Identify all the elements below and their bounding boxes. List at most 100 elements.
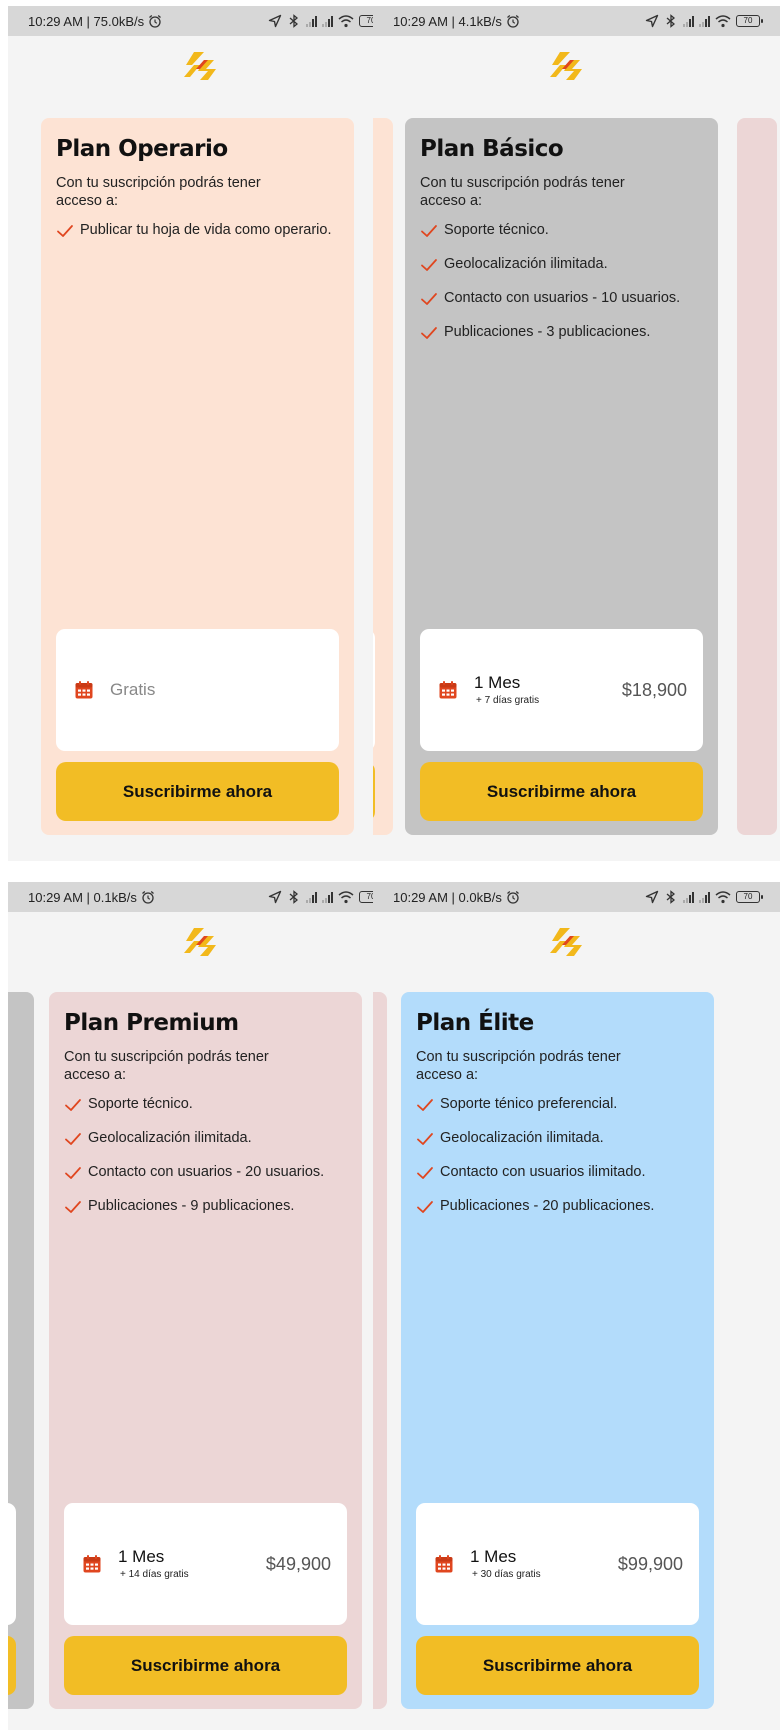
feature-item: Geolocalización ilimitada.: [416, 1130, 698, 1147]
plan-price: $18,900: [621, 679, 687, 700]
peek-subscribe-button: [373, 762, 375, 821]
peek-price-box: [8, 1503, 16, 1625]
feature-item: Geolocalización ilimitada.: [420, 256, 702, 273]
feature-item: Contacto con usuarios ilimitado.: [416, 1164, 698, 1181]
plan-card-operario: Plan Operario Con tu suscripción podrás …: [41, 118, 354, 835]
price-option[interactable]: Gratis: [56, 629, 339, 751]
period-label: 1 Mes: [470, 1547, 517, 1566]
peek-subscribe-button: [8, 1636, 16, 1695]
next-plan-card-peek[interactable]: [737, 118, 777, 835]
check-icon: [420, 257, 438, 273]
signal-icon: [699, 15, 710, 27]
feature-text: Geolocalización ilimitada.: [440, 1130, 604, 1146]
plan-period: 1 Mes + 14 días gratis: [118, 1547, 266, 1581]
feature-item: Soporte ténico preferencial.: [416, 1096, 698, 1113]
calendar-icon: [438, 680, 458, 700]
signal-icon: [683, 891, 694, 903]
plan-price: $49,900: [265, 1553, 331, 1574]
check-icon: [56, 223, 74, 239]
plan-title: Plan Básico: [420, 136, 564, 162]
feature-list: Soporte técnico. Geolocalización ilimita…: [64, 1096, 346, 1215]
signal-icon: [322, 891, 333, 903]
wifi-icon: [338, 14, 354, 28]
plan-card-elite: Plan Élite Con tu suscripción podrás ten…: [401, 992, 714, 1709]
bluetooth-icon: [664, 890, 678, 904]
feature-item: Publicar tu hoja de vida como operario.: [56, 222, 338, 239]
feature-text: Contacto con usuarios - 10 usuarios.: [444, 290, 681, 306]
check-icon: [64, 1097, 82, 1113]
bluetooth-icon: [287, 14, 301, 28]
feature-text: Soporte técnico.: [88, 1096, 193, 1112]
prev-plan-card-peek[interactable]: [8, 992, 34, 1709]
alarm-icon: [148, 14, 162, 28]
location-arrow-icon: [645, 14, 659, 28]
calendar-icon: [82, 1554, 102, 1574]
wifi-icon: [338, 890, 354, 904]
feature-text: Publicaciones - 20 publicaciones.: [440, 1198, 655, 1214]
price-option[interactable]: 1 Mes + 14 días gratis $49,900: [64, 1503, 347, 1625]
plan-title: Plan Operario: [56, 136, 228, 162]
check-icon: [416, 1165, 434, 1181]
check-icon: [416, 1097, 434, 1113]
prev-plan-card-peek[interactable]: [373, 118, 393, 835]
subscribe-button[interactable]: Suscribirme ahora: [420, 762, 703, 821]
screen-plan-operario: 10:29 AM | 75.0kB/s 70 Plan Operario Con…: [8, 6, 395, 861]
check-icon: [416, 1199, 434, 1215]
feature-text: Soporte ténico preferencial.: [440, 1096, 618, 1112]
feature-text: Contacto con usuarios ilimitado.: [440, 1164, 646, 1180]
screen-plan-basico: 10:29 AM | 4.1kB/s 70 Plan Básico Con tu…: [373, 6, 780, 861]
plan-title: Plan Premium: [64, 1010, 239, 1036]
app-logo-icon: [182, 926, 222, 958]
price-option[interactable]: 1 Mes + 30 días gratis $99,900: [416, 1503, 699, 1625]
alarm-icon: [506, 890, 520, 904]
calendar-icon: [74, 680, 94, 700]
feature-text: Publicaciones - 3 publicaciones.: [444, 324, 651, 340]
plan-description: Con tu suscripción podrás tener acceso a…: [64, 1049, 269, 1083]
battery-icon: 70: [736, 891, 763, 903]
feature-item: Publicaciones - 3 publicaciones.: [420, 324, 702, 341]
subscribe-button[interactable]: Suscribirme ahora: [64, 1636, 347, 1695]
battery-level: 70: [743, 16, 753, 25]
feature-text: Soporte técnico.: [444, 222, 549, 238]
check-icon: [420, 325, 438, 341]
feature-item: Contacto con usuarios - 20 usuarios.: [64, 1164, 346, 1181]
subscribe-button[interactable]: Suscribirme ahora: [56, 762, 339, 821]
feature-text: Contacto con usuarios - 20 usuarios.: [88, 1164, 325, 1180]
alarm-icon: [141, 890, 155, 904]
wifi-icon: [715, 890, 731, 904]
check-icon: [64, 1165, 82, 1181]
status-time: 10:29 AM | 0.1kB/s: [28, 889, 137, 905]
status-time: 10:29 AM | 4.1kB/s: [393, 13, 502, 29]
feature-item: Soporte técnico.: [420, 222, 702, 239]
feature-item: Publicaciones - 9 publicaciones.: [64, 1198, 346, 1215]
bonus-days-label: + 30 días gratis: [472, 1569, 541, 1580]
status-time: 10:29 AM | 75.0kB/s: [28, 13, 145, 29]
battery-level: 70: [743, 892, 753, 901]
period-free-label: Gratis: [110, 680, 156, 699]
period-label: 1 Mes: [118, 1547, 165, 1566]
check-icon: [416, 1131, 434, 1147]
plan-card-premium: Plan Premium Con tu suscripción podrás t…: [49, 992, 362, 1709]
subscribe-button[interactable]: Suscribirme ahora: [416, 1636, 699, 1695]
battery-icon: 70: [736, 15, 763, 27]
feature-text: Publicaciones - 9 publicaciones.: [88, 1198, 295, 1214]
check-icon: [420, 223, 438, 239]
price-option[interactable]: 1 Mes + 7 días gratis $18,900: [420, 629, 703, 751]
feature-item: Publicaciones - 20 publicaciones.: [416, 1198, 698, 1215]
feature-list: Soporte técnico. Geolocalización ilimita…: [420, 222, 702, 341]
feature-list: Publicar tu hoja de vida como operario.: [56, 222, 338, 239]
feature-item: Soporte técnico.: [64, 1096, 346, 1113]
check-icon: [64, 1199, 82, 1215]
bluetooth-icon: [287, 890, 301, 904]
prev-plan-card-peek[interactable]: [373, 992, 387, 1709]
plan-title: Plan Élite: [416, 1010, 534, 1036]
signal-icon: [306, 891, 317, 903]
plan-price: $99,900: [617, 1553, 683, 1574]
location-arrow-icon: [268, 890, 282, 904]
alarm-icon: [506, 14, 520, 28]
period-label: 1 Mes: [474, 673, 521, 692]
signal-icon: [322, 15, 333, 27]
plan-description: Con tu suscripción podrás tener acceso a…: [420, 175, 625, 209]
status-bar: 10:29 AM | 4.1kB/s 70: [373, 6, 780, 36]
plan-description: Con tu suscripción podrás tener acceso a…: [56, 175, 261, 209]
